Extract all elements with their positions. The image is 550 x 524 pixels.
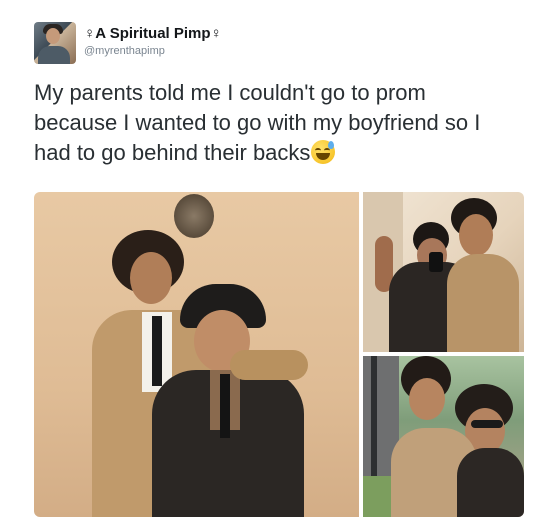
- tweet-text: My parents told me I couldn't go to prom…: [34, 78, 534, 168]
- display-name[interactable]: ♀A Spiritual Pimp♀: [84, 25, 222, 43]
- tweet-text-line: had to go behind their backs: [34, 138, 534, 168]
- avatar[interactable]: [34, 22, 76, 64]
- user-names: ♀A Spiritual Pimp♀ @myrenthapimp: [84, 25, 222, 58]
- prom-photo-outdoors[interactable]: [363, 356, 524, 517]
- user-handle[interactable]: @myrenthapimp: [84, 44, 222, 58]
- prom-photo-selfie[interactable]: [363, 192, 524, 352]
- tweet-text-line: My parents told me I couldn't go to prom: [34, 80, 426, 105]
- tweet-card: ♀A Spiritual Pimp♀ @myrenthapimp My pare…: [0, 0, 550, 524]
- prom-photo-main[interactable]: [34, 192, 359, 517]
- grinning-face-with-sweat-icon: [311, 140, 336, 164]
- tweet-text-line: because I wanted to go with my boyfriend…: [34, 110, 481, 135]
- tweet-text-line-content: had to go behind their backs: [34, 140, 311, 165]
- media-grid: [34, 192, 524, 517]
